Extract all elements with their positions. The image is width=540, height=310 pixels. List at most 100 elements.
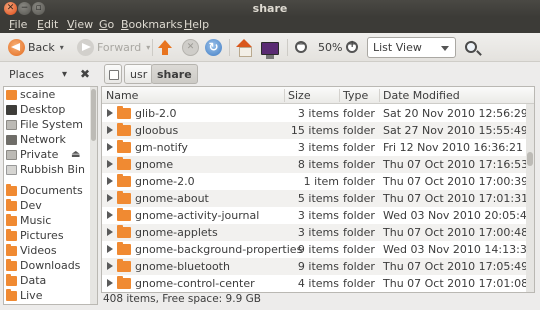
sidebar-item[interactable]: Private ⏏ [4,148,92,163]
zoom-in-button[interactable] [346,37,358,57]
sidebar-item[interactable]: Downloads [4,259,92,274]
toolbar-separator [229,39,230,56]
sidebar-item[interactable]: Live [4,289,92,304]
eject-icon[interactable]: ⏏ [71,149,80,160]
sidebar-item[interactable]: Network [4,133,92,148]
up-button[interactable] [157,37,174,57]
file-date-modified: Wed 03 Nov 2010 20:05:46 GMT [383,209,534,222]
column-header: Name Size Type Date Modified [102,87,534,104]
expander-icon[interactable] [107,160,113,168]
file-size: 9 items [297,243,339,256]
table-row[interactable]: gnome-2.0 1 item folder Thu 07 Oct 2010 17:… [102,173,534,190]
file-type: folder [343,107,375,120]
expander-icon[interactable] [107,109,113,117]
zoom-out-button[interactable] [295,37,307,57]
sidebar-item-label: Videos [20,244,57,257]
folder-icon [117,259,131,272]
menu-file[interactable]: File [9,18,27,31]
drive-icon [6,150,17,160]
table-row[interactable]: gnome-applets 3 items folder Thu 07 Oct 201… [102,224,534,241]
reload-button[interactable] [205,37,222,57]
table-row[interactable]: gnome-bluetooth 9 items folder Thu 07 Oct 2… [102,258,534,275]
toolbar: Back ▾ Forward ▾ 50% [0,33,540,62]
expander-icon[interactable] [107,279,113,287]
table-row[interactable]: gnome-activity-journal 3 items folder Wed 0… [102,207,534,224]
expander-icon[interactable] [107,177,113,185]
menu-view[interactable]: View [67,18,93,31]
search-button[interactable] [465,37,477,57]
menu-bookmarks[interactable]: Bookmarks [121,18,182,31]
computer-button[interactable] [261,40,279,60]
column-type[interactable]: Type [343,89,368,102]
location-toggle-button[interactable] [104,64,122,84]
expander-icon[interactable] [107,211,113,219]
toolbar-separator [287,39,288,56]
file-manager-window: ✕ − ▫ share File Edit View Go Bookmarks … [0,0,540,310]
table-row[interactable]: gm-notify 3 items folder Fri 12 Nov 2010 16… [102,139,534,156]
expander-icon[interactable] [107,194,113,202]
toolbar-separator [152,39,153,56]
file-name: gnome-2.0 [135,175,195,188]
file-size: 15 items [290,124,339,137]
sidebar-item[interactable]: Data [4,274,92,289]
chevron-down-icon[interactable]: ▾ [62,69,67,80]
table-row[interactable]: gloobus 15 items folder Sat 27 Nov 2010 15:… [102,122,534,139]
folder-icon [6,229,17,241]
search-icon [465,41,477,53]
menu-go[interactable]: Go [99,18,114,31]
expander-icon[interactable] [107,262,113,270]
menu-edit[interactable]: Edit [37,18,58,31]
sidebar-item[interactable]: Pictures [4,229,92,244]
file-list-scrollbar[interactable] [526,104,534,292]
sidebar-item[interactable]: Desktop [4,103,92,118]
sidebar-item[interactable]: Documents [4,184,92,199]
menu-help[interactable]: Help [184,18,209,31]
table-row[interactable]: glib-2.0 3 items folder Sat 20 Nov 2010 12:… [102,105,534,122]
sidebar-item[interactable]: Music [4,214,92,229]
table-row[interactable]: gnome-background-properties 9 items folder… [102,241,534,258]
file-type: folder [343,124,375,137]
table-row[interactable]: gnome-control-center 4 items folder Thu 07 … [102,275,534,292]
sidebar-item-label: File System [20,118,83,131]
column-date-modified[interactable]: Date Modified [383,89,460,102]
file-date-modified: Fri 12 Nov 2010 16:36:21 GMT [383,141,535,154]
sidebar-item[interactable]: Rubbish Bin [4,163,92,178]
breadcrumb-share[interactable]: share [151,64,198,84]
back-button[interactable]: Back ▾ [8,37,64,57]
forward-button[interactable]: Forward ▾ [77,37,150,57]
expander-icon[interactable] [107,143,113,151]
folder-icon [6,199,17,211]
places-label[interactable]: Places [9,68,44,81]
sidebar-item[interactable]: scaine [4,88,92,103]
home-button[interactable] [236,37,253,57]
breadcrumb-usr[interactable]: usr [124,64,154,84]
home-icon [236,38,253,57]
folder-icon [117,174,131,187]
sidebar-item[interactable]: File System [4,118,92,133]
stop-button[interactable] [182,37,199,57]
table-row[interactable]: gnome-about 5 items folder Thu 07 Oct 2010 … [102,190,534,207]
expander-icon[interactable] [107,245,113,253]
chevron-down-icon[interactable]: ▾ [146,43,150,52]
file-name: gm-notify [135,141,188,154]
location-bar: Places ▾ ✖ usr share [0,62,540,86]
file-size: 3 items [297,141,339,154]
folder-icon [6,244,17,256]
zoom-in-icon [346,39,358,53]
folder-icon [117,242,131,255]
sidebar-item[interactable]: Dev [4,199,92,214]
close-sidebar-icon[interactable]: ✖ [80,67,90,81]
sidebar-scrollbar[interactable] [90,87,97,304]
sidebar-item[interactable]: Videos [4,244,92,259]
sidebar-item-label: Rubbish Bin [20,163,85,176]
chevron-down-icon[interactable]: ▾ [60,43,64,52]
home-folder-icon [6,90,17,100]
file-date-modified: Thu 07 Oct 2010 17:00:48 BST [383,226,534,239]
view-mode-select[interactable]: List View [367,37,456,58]
expander-icon[interactable] [107,126,113,134]
zoom-level[interactable]: 50% [318,41,342,54]
table-row[interactable]: gnome 8 items folder Thu 07 Oct 2010 17:16:… [102,156,534,173]
column-size[interactable]: Size [288,89,311,102]
expander-icon[interactable] [107,228,113,236]
column-name[interactable]: Name [106,89,138,102]
